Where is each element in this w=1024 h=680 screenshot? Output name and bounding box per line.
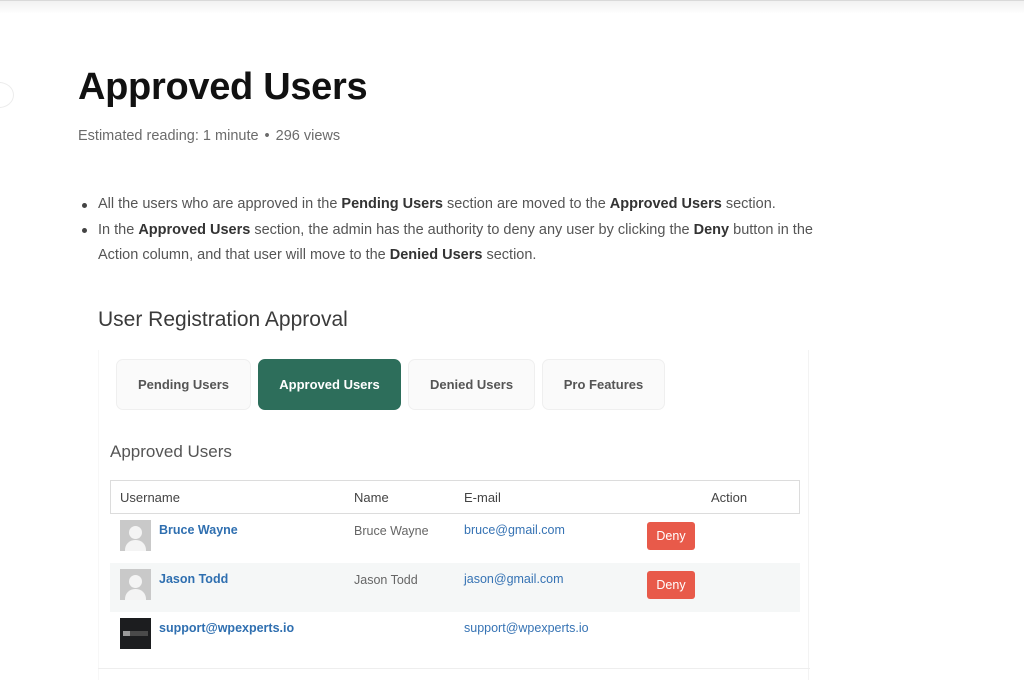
header-email: E-mail <box>464 490 501 505</box>
tab-pro-features[interactable]: Pro Features <box>542 359 665 410</box>
default-avatar-icon <box>120 569 151 600</box>
bold-text: Approved Users <box>609 196 722 212</box>
text: In the <box>98 221 139 238</box>
username-link[interactable]: Bruce Wayne <box>159 523 238 537</box>
tab-pending-users[interactable]: Pending Users <box>116 359 251 410</box>
bold-text: Pending Users <box>341 196 443 212</box>
tab-bar: Pending Users Approved Users Denied User… <box>116 359 665 411</box>
approved-users-table: Username Name E-mail Action Bruce Wayne … <box>110 480 800 661</box>
page-title: Approved Users <box>78 66 368 108</box>
embedded-screenshot: User Registration Approval Pending Users… <box>98 300 828 680</box>
deny-button[interactable]: Deny <box>647 571 695 599</box>
email-link[interactable]: bruce@gmail.com <box>464 523 565 537</box>
approval-panel: Pending Users Approved Users Denied User… <box>98 350 809 680</box>
plugin-title: User Registration Approval <box>98 308 348 331</box>
text: section. <box>721 196 776 212</box>
email-link[interactable]: support@wpexperts.io <box>464 621 589 635</box>
view-count: 296 views <box>275 128 341 144</box>
wpexperts-logo-icon <box>120 618 151 649</box>
tab-denied-users[interactable]: Denied Users <box>408 359 535 410</box>
tab-approved-users[interactable]: Approved Users <box>258 359 401 410</box>
bullet-item: In the Approved Users section, the admin… <box>78 218 838 269</box>
text: section. <box>482 247 537 263</box>
divider <box>98 668 810 669</box>
header-name: Name <box>354 490 389 505</box>
bold-text: Deny <box>693 221 730 238</box>
bullet-item: All the users who are approved in the Pe… <box>78 192 838 218</box>
bullet-list: All the users who are approved in the Pe… <box>78 192 838 269</box>
side-toggle-button[interactable] <box>0 82 14 108</box>
bold-text: Approved Users <box>138 221 251 238</box>
text: section are moved to the <box>442 196 610 212</box>
bold-text: Denied Users <box>389 247 483 263</box>
header-action: Action <box>711 490 748 505</box>
deny-button[interactable]: Deny <box>647 522 695 550</box>
reading-time: Estimated reading: 1 minute <box>78 128 259 144</box>
username-link[interactable]: support@wpexperts.io <box>159 621 294 635</box>
meta-separator: • <box>264 128 270 144</box>
section-title: Approved Users <box>110 442 232 461</box>
top-bar <box>0 0 1024 14</box>
table-row: support@wpexperts.io support@wpexperts.i… <box>110 612 800 661</box>
table-row: Bruce Wayne Bruce Wayne bruce@gmail.com … <box>110 514 800 563</box>
default-avatar-icon <box>120 520 151 551</box>
table-row: Jason Todd Jason Todd jason@gmail.com De… <box>110 563 800 612</box>
table-header: Username Name E-mail Action <box>110 480 800 514</box>
email-link[interactable]: jason@gmail.com <box>464 572 564 586</box>
name-cell: Bruce Wayne <box>354 524 429 538</box>
header-username: Username <box>120 490 180 505</box>
name-cell: Jason Todd <box>354 573 418 587</box>
article-meta: Estimated reading: 1 minute • 296 views <box>78 128 340 144</box>
text: section, the admin has the authority to … <box>250 221 694 238</box>
text: All the users who are approved in the <box>98 196 342 212</box>
username-link[interactable]: Jason Todd <box>159 572 228 586</box>
